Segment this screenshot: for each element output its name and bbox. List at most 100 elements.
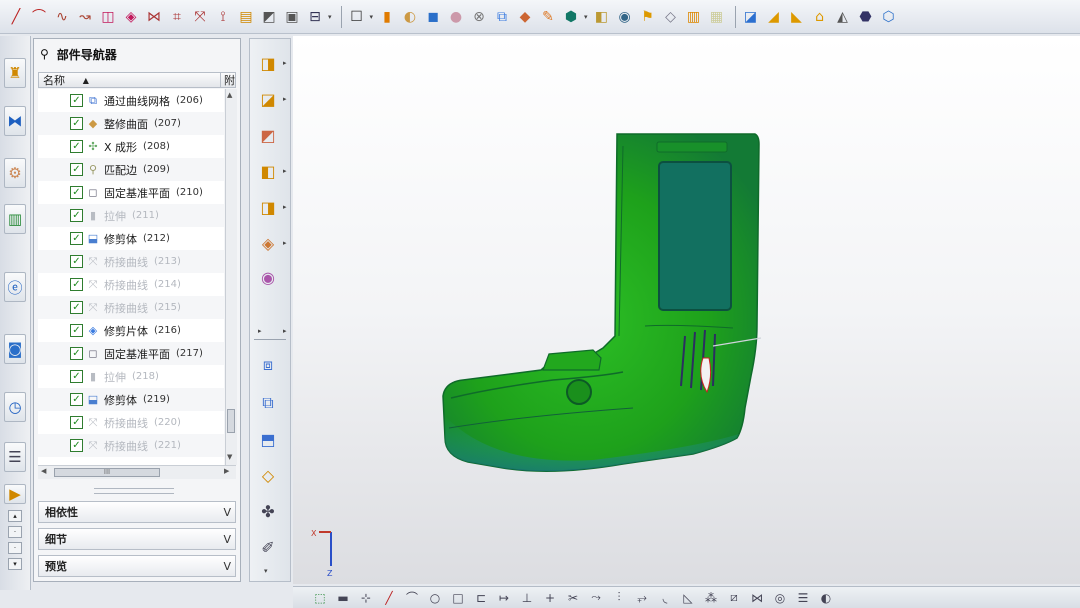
toolbar-dropdown-icon[interactable]: ▸ (283, 59, 287, 67)
feature-tree-row[interactable]: ✓ ◈ 修剪片体 (216) (38, 319, 224, 342)
curve-icon[interactable]: ↝ (75, 7, 95, 27)
trim-icon[interactable]: ✂ (564, 589, 582, 607)
column-name[interactable]: 名称 (39, 72, 83, 88)
feature-visibility-checkbox[interactable]: ✓ (70, 209, 83, 222)
feature-tree-row[interactable]: ✓ ⤧ 桥接曲线 (220) (38, 411, 224, 434)
feature-visibility-checkbox[interactable]: ✓ (70, 163, 83, 176)
toolbar-dropdown-icon[interactable]: ▸ (283, 239, 287, 247)
offset-face-icon[interactable]: ◇ (256, 463, 280, 487)
view-icon[interactable]: ◎ (771, 589, 789, 607)
feature-visibility-checkbox[interactable]: ✓ (70, 186, 83, 199)
feature-tree-row[interactable]: ✓ ✣ X 成形 (208) (38, 135, 224, 158)
sweep-surface-icon[interactable]: ⧈ (256, 353, 280, 377)
part-navigator-icon[interactable]: ⚙ (4, 158, 26, 188)
profile-icon[interactable]: ⊏ (472, 589, 490, 607)
extrude-icon[interactable]: ◨ (256, 51, 280, 75)
feature-visibility-checkbox[interactable]: ✓ (70, 140, 83, 153)
intersect-icon[interactable]: ⋈ (748, 589, 766, 607)
pad-icon[interactable]: ◈ (256, 231, 280, 255)
studio-surface-icon[interactable]: ◆ (515, 7, 535, 27)
bridge-curve-icon[interactable]: ⌗ (167, 7, 187, 27)
panel-splitter[interactable] (94, 488, 174, 494)
web-browser-icon[interactable]: ⓔ (4, 272, 26, 302)
toolbar-dropdown-icon[interactable]: ▸ (283, 327, 287, 335)
clock-icon[interactable]: ◷ (4, 392, 26, 422)
pattern-icon[interactable]: ⁂ (702, 589, 720, 607)
boss-icon[interactable]: ◧ (256, 159, 280, 183)
chamfer-icon[interactable]: ◺ (679, 589, 697, 607)
feature-tree-row[interactable]: ✓ ⤧ 桥接曲线 (214) (38, 273, 224, 296)
scroll-left-arrow-icon[interactable]: ◀ (41, 467, 46, 475)
blend-icon[interactable]: ✤ (256, 499, 280, 523)
tree-horizontal-scrollbar[interactable]: ◀ III ▶ (38, 465, 236, 479)
chevron-down-icon[interactable]: V (223, 560, 231, 573)
history-icon[interactable]: ◙ (4, 334, 26, 364)
feature-visibility-checkbox[interactable]: ✓ (70, 117, 83, 130)
feature-visibility-checkbox[interactable]: ✓ (70, 370, 83, 383)
revolve-icon[interactable]: ◪ (256, 87, 280, 111)
revolve-icon[interactable]: ◐ (400, 7, 420, 27)
graphics-viewport[interactable]: X Z (293, 36, 1080, 584)
select-icon[interactable]: ⬚ (311, 589, 329, 607)
block-icon[interactable]: ◼ (423, 7, 443, 27)
scroll-up-arrow-icon[interactable]: ▲ (227, 91, 232, 99)
scroll-down-icon[interactable]: ▾ (8, 558, 22, 570)
feature-tree-row[interactable]: ✓ ◻ 固定基准平面 (210) (38, 181, 224, 204)
constraint-icon[interactable]: ⊥ (518, 589, 536, 607)
divide-curve-icon[interactable]: ◩ (259, 7, 279, 27)
dependencies-panel[interactable]: 相依性 V (38, 501, 236, 523)
extrude-icon[interactable]: ▮ (377, 7, 397, 27)
extend-icon[interactable]: ⤳ (587, 589, 605, 607)
sheet-icon[interactable]: ☐ (347, 7, 367, 27)
unite-icon[interactable]: ⬣ (856, 7, 876, 27)
column-update[interactable]: 附 (220, 72, 235, 88)
feature-tree-row[interactable]: ✓ ⤧ 桥接曲线 (221) (38, 434, 224, 457)
enlarge-icon[interactable]: ▦ (707, 7, 727, 27)
mesh-surface-icon[interactable]: ⧉ (492, 7, 512, 27)
edit-feature-icon[interactable]: ✐ (256, 535, 280, 559)
constraint-navigator-icon[interactable]: ⧓ (4, 106, 26, 136)
feature-visibility-checkbox[interactable]: ✓ (70, 393, 83, 406)
patch-icon[interactable]: ◇ (661, 7, 681, 27)
scroll-thumb[interactable]: III (54, 468, 160, 477)
fillet-icon[interactable]: ◟ (656, 589, 674, 607)
chevron-down-icon[interactable]: V (223, 506, 231, 519)
sketch-line-icon[interactable]: ╱ (380, 589, 398, 607)
page-item-icon[interactable]: · (8, 542, 22, 554)
rectangle-icon[interactable]: □ (449, 589, 467, 607)
toolbar-dropdown-icon[interactable]: ▸ (283, 95, 287, 103)
scroll-right-arrow-icon[interactable]: ▶ (224, 467, 229, 475)
toolbar-dropdown-icon[interactable]: ▸ (283, 203, 287, 211)
split-body-icon[interactable]: ⬒ (256, 427, 280, 451)
draft-icon[interactable]: ◭ (833, 7, 853, 27)
render-icon[interactable]: ◐ (817, 589, 835, 607)
feature-visibility-checkbox[interactable]: ✓ (70, 255, 83, 268)
trim-body-icon[interactable]: ⧉ (256, 391, 280, 415)
tree-vertical-scrollbar[interactable]: ▲ ▼ (225, 89, 237, 465)
toolbar-dropdown-icon[interactable]: ▸ (283, 167, 287, 175)
toolbar-expand-icon[interactable]: ▸ (258, 327, 262, 335)
curve-length-icon[interactable]: ⊟ (305, 7, 325, 27)
project-icon[interactable]: ⧄ (725, 589, 743, 607)
dimension-icon[interactable]: ↦ (495, 589, 513, 607)
model-canvas[interactable]: X Z (293, 36, 1080, 584)
groove-icon[interactable]: ◉ (256, 265, 280, 289)
view-cube-icon[interactable]: ⬡ (879, 7, 899, 27)
intersect-curve-icon[interactable]: ⋈ (144, 7, 164, 27)
feature-tree-row[interactable]: ✓ ⬓ 修剪体 (212) (38, 227, 224, 250)
feature-visibility-checkbox[interactable]: ✓ (70, 232, 83, 245)
sweep-icon[interactable]: ⊗ (469, 7, 489, 27)
page-item-icon[interactable]: · (8, 526, 22, 538)
feature-visibility-checkbox[interactable]: ✓ (70, 347, 83, 360)
sketch-circle-icon[interactable]: ○ (426, 589, 444, 607)
chevron-down-icon[interactable]: V (223, 533, 231, 546)
offset-icon[interactable]: ⥅ (633, 589, 651, 607)
feature-tree-row[interactable]: ✓ ⚲ 匹配边 (209) (38, 158, 224, 181)
edit-curve-icon[interactable]: ▣ (282, 7, 302, 27)
reuse-library-icon[interactable]: ▥ (4, 204, 26, 234)
drill-housing-model[interactable] (442, 133, 762, 472)
join-curve-icon[interactable]: ⟟ (213, 7, 233, 27)
offset-curve-icon[interactable]: ◫ (98, 7, 118, 27)
feature-visibility-checkbox[interactable]: ✓ (70, 416, 83, 429)
pin-icon[interactable]: ⚲ (40, 47, 49, 61)
